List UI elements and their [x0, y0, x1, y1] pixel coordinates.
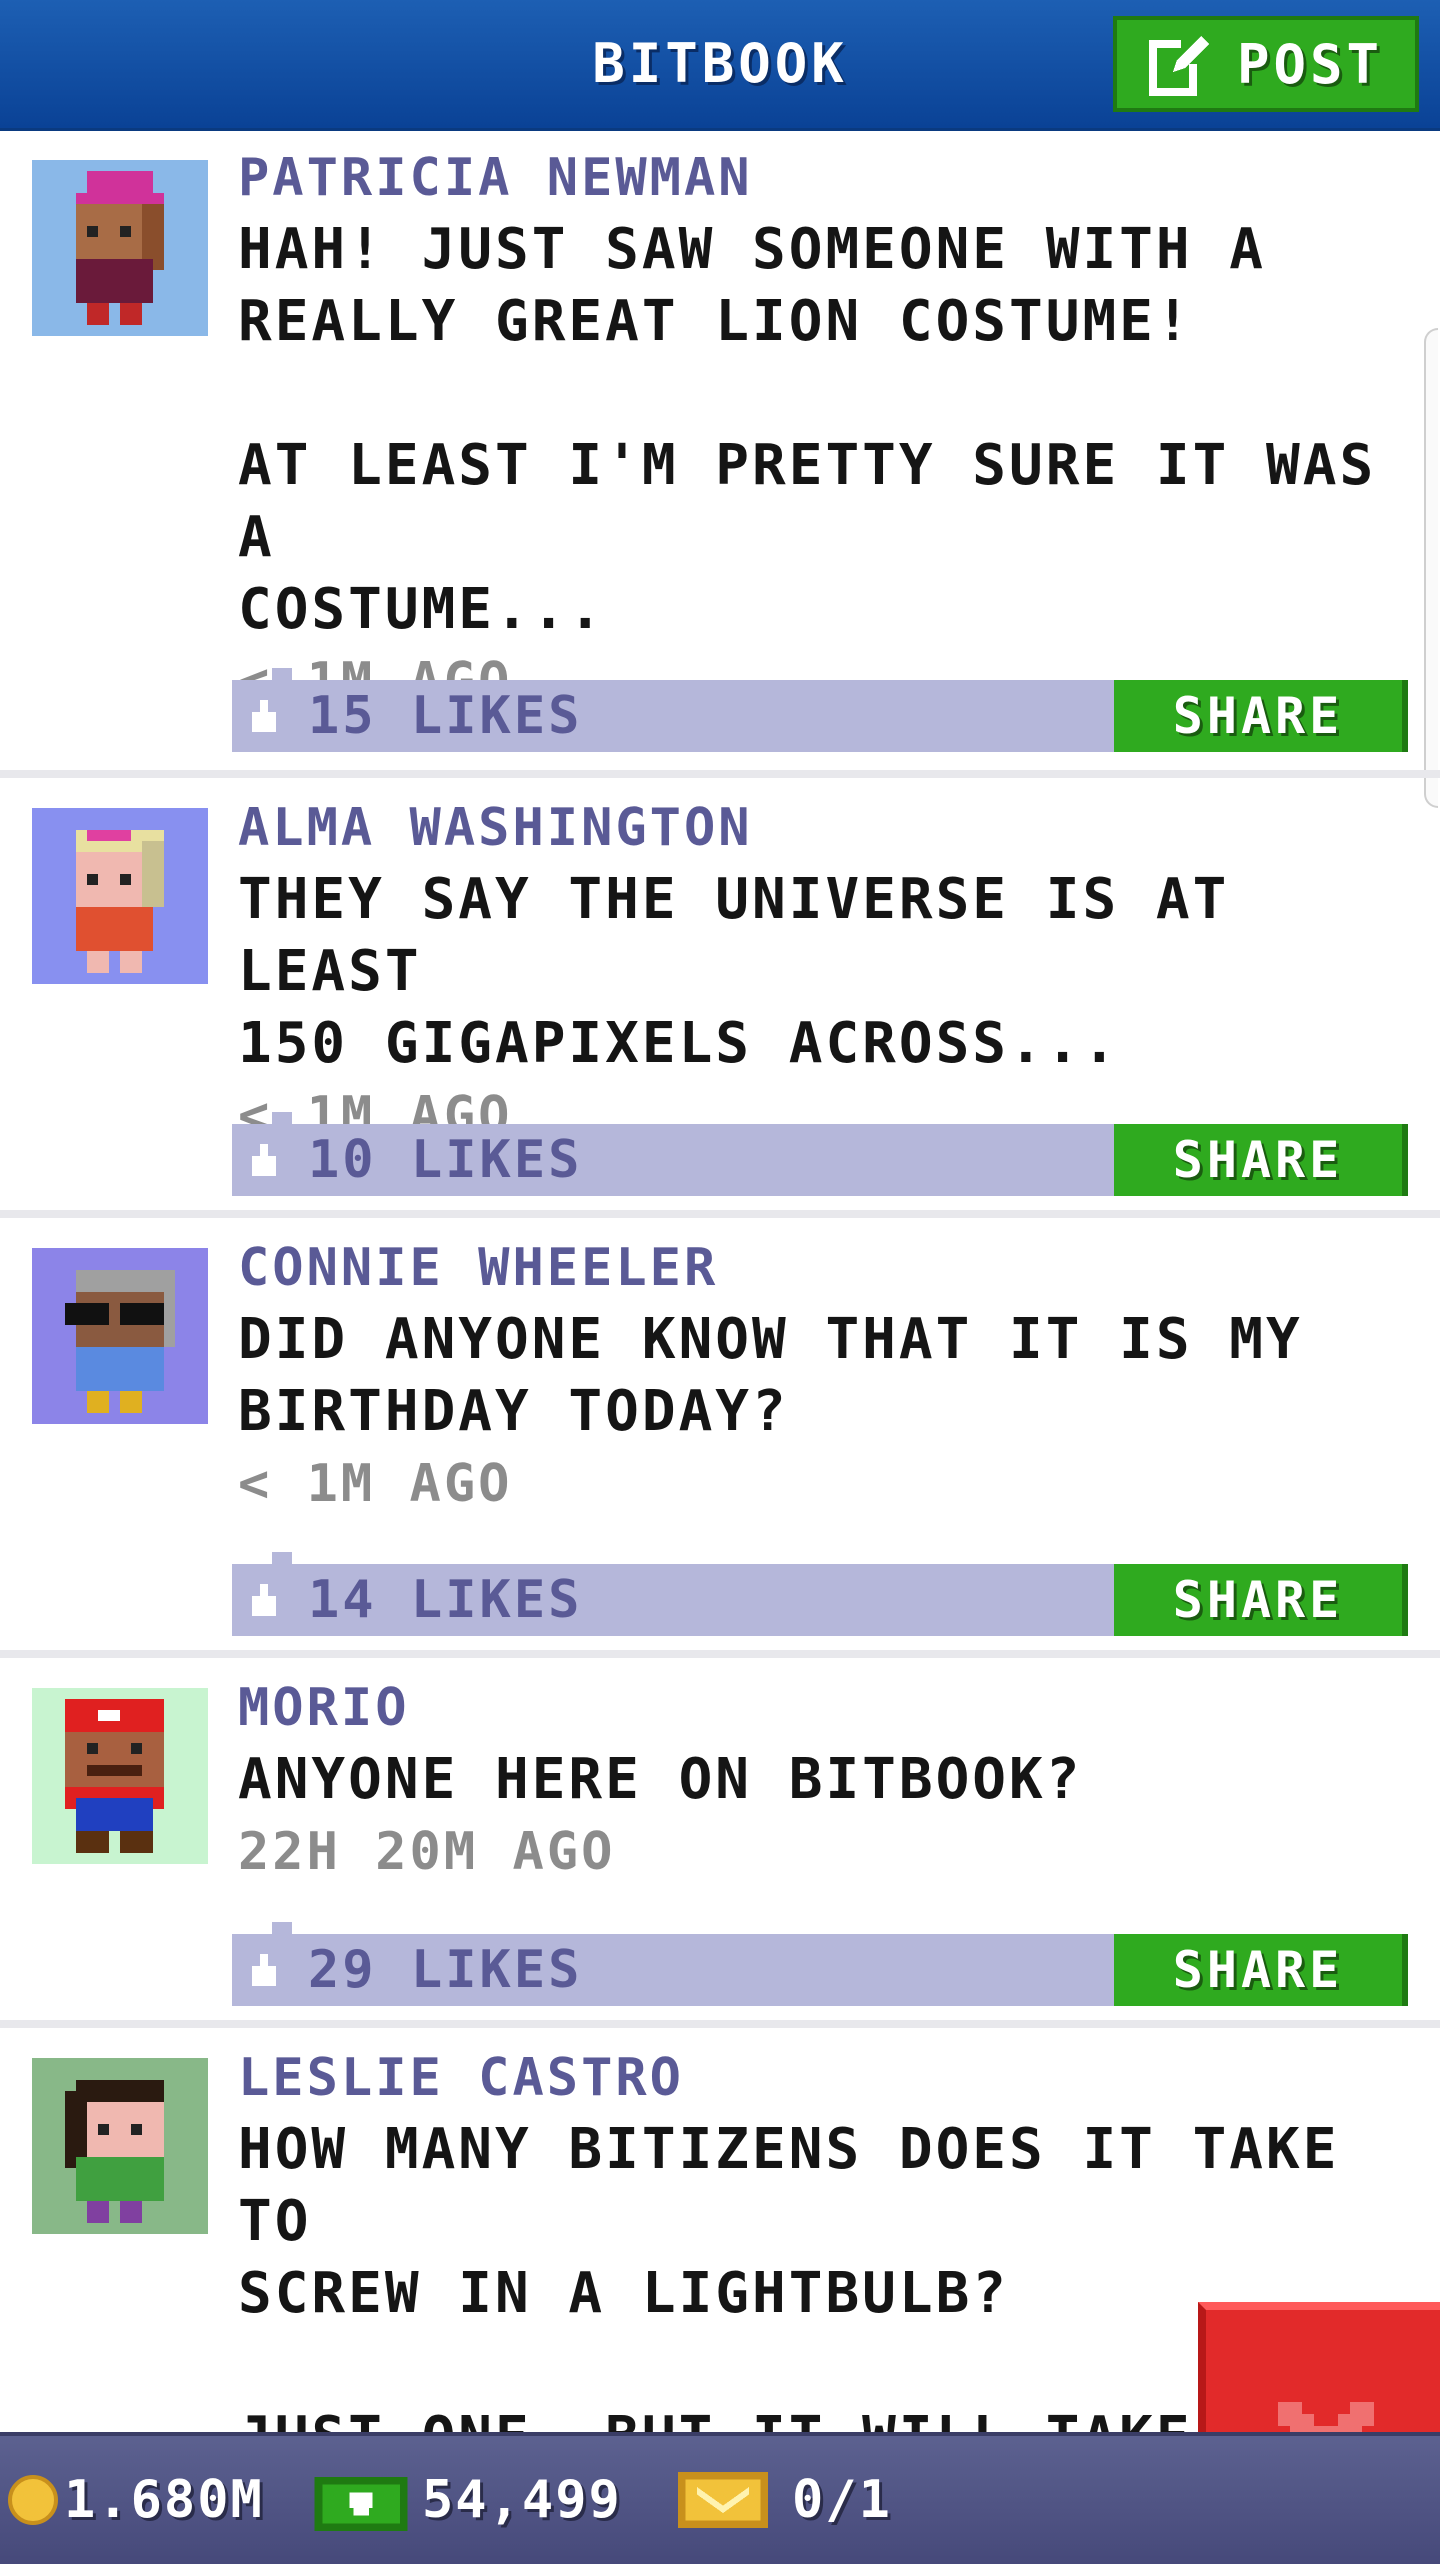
post-message: THEY SAY THE UNIVERSE IS AT LEAST 150 GI… — [238, 867, 1230, 1076]
post-body: MORIO ANYONE HERE ON BITBOOK? 22H 20M AG… — [238, 1672, 1398, 1888]
like-bar: 15 LIKES SHARE — [232, 680, 1408, 752]
ticket-icon — [678, 2472, 768, 2528]
avatar — [32, 1688, 208, 1864]
status-bar: 1.680M 54,499 0/1 — [0, 2432, 1440, 2564]
post-button-label: POST — [1236, 32, 1384, 96]
thumbs-up-icon[interactable] — [248, 1584, 280, 1616]
feed-list: PATRICIA NEWMAN HAH! JUST SAW SOMEONE WI… — [0, 128, 1440, 2528]
feed-post: PATRICIA NEWMAN HAH! JUST SAW SOMEONE WI… — [0, 128, 1440, 778]
post-message: HAH! JUST SAW SOMEONE WITH A REALLY GREA… — [238, 217, 1377, 642]
post-author[interactable]: CONNIE WHEELER — [238, 1232, 1398, 1304]
feed-post: MORIO ANYONE HERE ON BITBOOK? 22H 20M AG… — [0, 1658, 1440, 2028]
post-message: ANYONE HERE ON BITBOOK? — [238, 1747, 1083, 1812]
coin-count: 1.680M — [64, 2470, 264, 2530]
thumbs-up-icon[interactable] — [248, 1954, 280, 1986]
post-time: < 1M AGO — [238, 1454, 513, 1514]
post-body: CONNIE WHEELER DID ANYONE KNOW THAT IT I… — [238, 1232, 1398, 1520]
share-button[interactable]: SHARE — [1114, 1934, 1408, 2006]
feed-post: CONNIE WHEELER DID ANYONE KNOW THAT IT I… — [0, 1218, 1440, 1658]
coin-icon — [8, 2475, 58, 2525]
compose-icon — [1148, 32, 1213, 96]
coin-stat: 1.680M — [8, 2436, 264, 2564]
like-count: 15 LIKES — [308, 686, 583, 746]
like-bar: 29 LIKES SHARE — [232, 1934, 1408, 2006]
share-button[interactable]: SHARE — [1114, 1564, 1408, 1636]
post-author[interactable]: PATRICIA NEWMAN — [238, 142, 1398, 214]
ticket-stat: 0/1 — [678, 2436, 892, 2564]
post-author[interactable]: ALMA WASHINGTON — [238, 792, 1398, 864]
avatar — [32, 808, 208, 984]
post-button[interactable]: POST — [1113, 16, 1419, 112]
bux-count: 54,499 — [422, 2470, 622, 2530]
like-count: 10 LIKES — [308, 1130, 583, 1190]
avatar — [32, 1248, 208, 1424]
avatar — [32, 160, 208, 336]
app-header: BITBOOK POST — [0, 0, 1440, 128]
bux-icon — [314, 2469, 408, 2531]
post-time: 22H 20M AGO — [238, 1822, 616, 1882]
bux-stat: 54,499 — [314, 2436, 622, 2564]
post-author[interactable]: MORIO — [238, 1672, 1398, 1744]
ticket-count: 0/1 — [792, 2470, 892, 2530]
like-bar: 14 LIKES SHARE — [232, 1564, 1408, 1636]
post-author[interactable]: LESLIE CASTRO — [238, 2042, 1398, 2114]
like-count: 14 LIKES — [308, 1570, 583, 1630]
like-count: 29 LIKES — [308, 1940, 583, 2000]
feed-post: ALMA WASHINGTON THEY SAY THE UNIVERSE IS… — [0, 778, 1440, 1218]
avatar — [32, 2058, 208, 2234]
share-button[interactable]: SHARE — [1114, 680, 1408, 752]
thumbs-up-icon[interactable] — [248, 1144, 280, 1176]
like-bar: 10 LIKES SHARE — [232, 1124, 1408, 1196]
thumbs-up-icon[interactable] — [248, 700, 280, 732]
share-button[interactable]: SHARE — [1114, 1124, 1408, 1196]
post-body: ALMA WASHINGTON THEY SAY THE UNIVERSE IS… — [238, 792, 1398, 1152]
post-message: DID ANYONE KNOW THAT IT IS MY BIRTHDAY T… — [238, 1307, 1303, 1444]
post-body: PATRICIA NEWMAN HAH! JUST SAW SOMEONE WI… — [238, 142, 1398, 718]
